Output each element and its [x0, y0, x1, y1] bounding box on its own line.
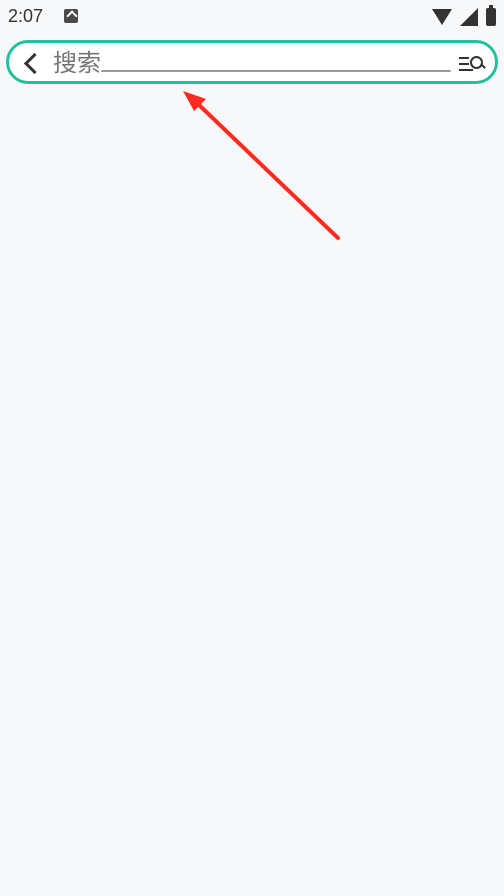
battery-icon [486, 5, 496, 26]
signal-icon [460, 8, 478, 26]
status-bar: 2:07 [0, 0, 504, 34]
filter-line-icon [459, 69, 473, 71]
back-icon[interactable] [21, 51, 45, 75]
wifi-icon [432, 9, 452, 25]
search-input[interactable] [53, 50, 453, 78]
search-input-underline [101, 70, 451, 72]
search-bar[interactable] [6, 40, 498, 84]
notification-icon [64, 9, 78, 23]
main-content [0, 90, 504, 896]
filter-search-icon[interactable] [457, 51, 487, 77]
magnifier-handle-icon [480, 63, 486, 69]
status-icons [432, 5, 496, 26]
filter-line-icon [459, 57, 469, 59]
status-time: 2:07 [8, 6, 44, 26]
filter-line-icon [459, 63, 469, 65]
